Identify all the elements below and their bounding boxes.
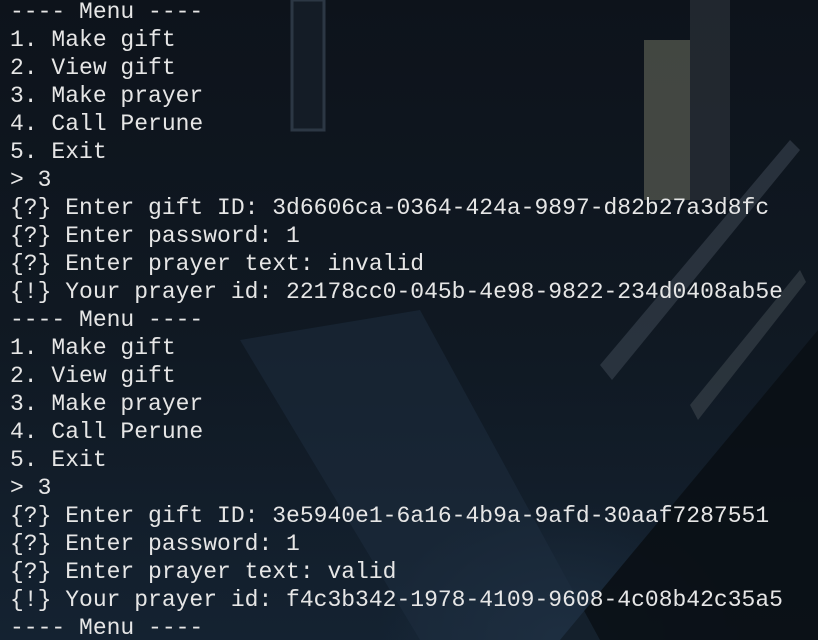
terminal-line: {!} Your prayer id: f4c3b342-1978-4109-9…	[10, 587, 783, 613]
terminal-line: 5. Exit	[10, 447, 107, 473]
terminal-line: {?} Enter prayer text: invalid	[10, 251, 425, 277]
terminal-line: {?} Enter prayer text: valid	[10, 559, 397, 585]
terminal-window[interactable]: ---- Menu ---- 1. Make gift 2. View gift 3.…	[0, 0, 818, 640]
terminal-line: {?} Enter gift ID: 3d6606ca-0364-424a-98…	[10, 195, 770, 221]
terminal-line: 5. Exit	[10, 139, 107, 165]
terminal-line: 3. Make prayer	[10, 83, 204, 109]
terminal-line: 4. Call Perune	[10, 419, 204, 445]
terminal-line: > 3	[10, 167, 52, 193]
terminal-line: {?} Enter password: 1	[10, 223, 300, 249]
terminal-line: > 3	[10, 475, 52, 501]
terminal-output: ---- Menu ---- 1. Make gift 2. View gift 3.…	[0, 0, 818, 640]
terminal-line: {?} Enter gift ID: 3e5940e1-6a16-4b9a-9a…	[10, 503, 770, 529]
terminal-line: 1. Make gift	[10, 335, 176, 361]
terminal-line: ---- Menu ----	[10, 307, 204, 333]
terminal-line: 4. Call Perune	[10, 111, 204, 137]
terminal-line: 3. Make prayer	[10, 391, 204, 417]
terminal-line: {?} Enter password: 1	[10, 531, 300, 557]
terminal-line: 2. View gift	[10, 363, 176, 389]
terminal-line: ---- Menu ----	[10, 615, 204, 640]
terminal-line: 1. Make gift	[10, 27, 176, 53]
terminal-line: {!} Your prayer id: 22178cc0-045b-4e98-9…	[10, 279, 783, 305]
terminal-line: ---- Menu ----	[10, 0, 204, 25]
terminal-line: 2. View gift	[10, 55, 176, 81]
